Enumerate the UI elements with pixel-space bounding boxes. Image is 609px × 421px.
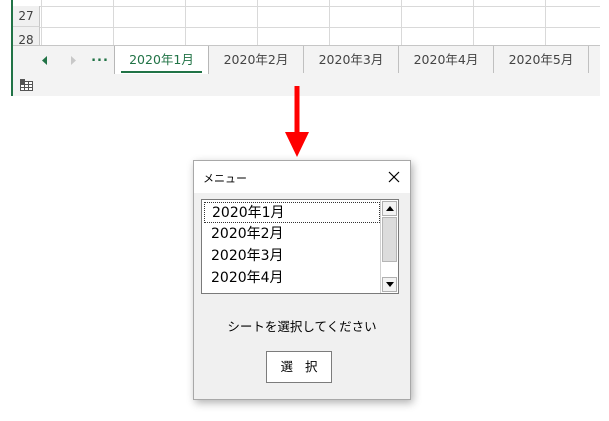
- dialog-titlebar[interactable]: メニュー: [194, 161, 410, 193]
- sheet-tab-2020-03[interactable]: 2020年3月: [304, 46, 399, 73]
- scroll-tabs-right-button[interactable]: [63, 46, 83, 74]
- down-arrow-icon: [285, 86, 309, 157]
- sheet-tab-2020-05[interactable]: 2020年5月: [494, 46, 589, 73]
- scroll-down-button[interactable]: [382, 277, 397, 292]
- listbox-scrollbar[interactable]: [380, 200, 398, 293]
- menu-dialog: メニュー 2020年1月 2020年2月 2020年3月 2020年4月 シート…: [193, 160, 411, 400]
- cell-grid[interactable]: [40, 0, 600, 45]
- sheet-tab-2020-02[interactable]: 2020年2月: [209, 46, 304, 73]
- triangle-down-icon: [386, 282, 394, 287]
- sheet-tab-2020-04[interactable]: 2020年4月: [399, 46, 494, 73]
- close-icon: [388, 171, 400, 183]
- scroll-tabs-left-button[interactable]: [35, 46, 55, 74]
- row-header-27[interactable]: 27: [13, 6, 40, 27]
- row-header-28[interactable]: 28: [13, 27, 40, 47]
- sheet-tab-bar: ... 2020年1月 2020年2月 2020年3月 2020年4月 2020…: [13, 45, 600, 75]
- list-item[interactable]: 2020年4月: [204, 268, 380, 289]
- select-button[interactable]: 選 択: [266, 351, 332, 383]
- triangle-right-icon: [71, 56, 76, 65]
- worksheet-grid-area: 27 28: [13, 0, 600, 47]
- list-item[interactable]: 2020年3月: [204, 246, 380, 267]
- cell-mode-icon[interactable]: [20, 79, 34, 91]
- close-button[interactable]: [382, 165, 406, 189]
- instruction-text: シートを選択してください: [227, 319, 377, 334]
- triangle-left-icon: [42, 56, 47, 65]
- list-item[interactable]: 2020年1月: [204, 202, 380, 223]
- sheet-listbox[interactable]: 2020年1月 2020年2月 2020年3月 2020年4月: [201, 199, 399, 294]
- triangle-up-icon: [386, 206, 394, 211]
- scroll-thumb[interactable]: [382, 217, 397, 262]
- excel-window-fragment: 27 28 ... 2020年1月 2020年2月 2020年3月 2020年4…: [0, 0, 600, 96]
- scroll-up-button[interactable]: [382, 201, 397, 216]
- more-tabs-button[interactable]: ...: [89, 50, 111, 70]
- sheet-tab-2020-01[interactable]: 2020年1月: [114, 46, 209, 74]
- dialog-title: メニュー: [203, 172, 247, 185]
- list-item[interactable]: 2020年2月: [204, 224, 380, 245]
- screenshot: 27 28 ... 2020年1月 2020年2月 2020年3月 2020年4…: [0, 0, 609, 421]
